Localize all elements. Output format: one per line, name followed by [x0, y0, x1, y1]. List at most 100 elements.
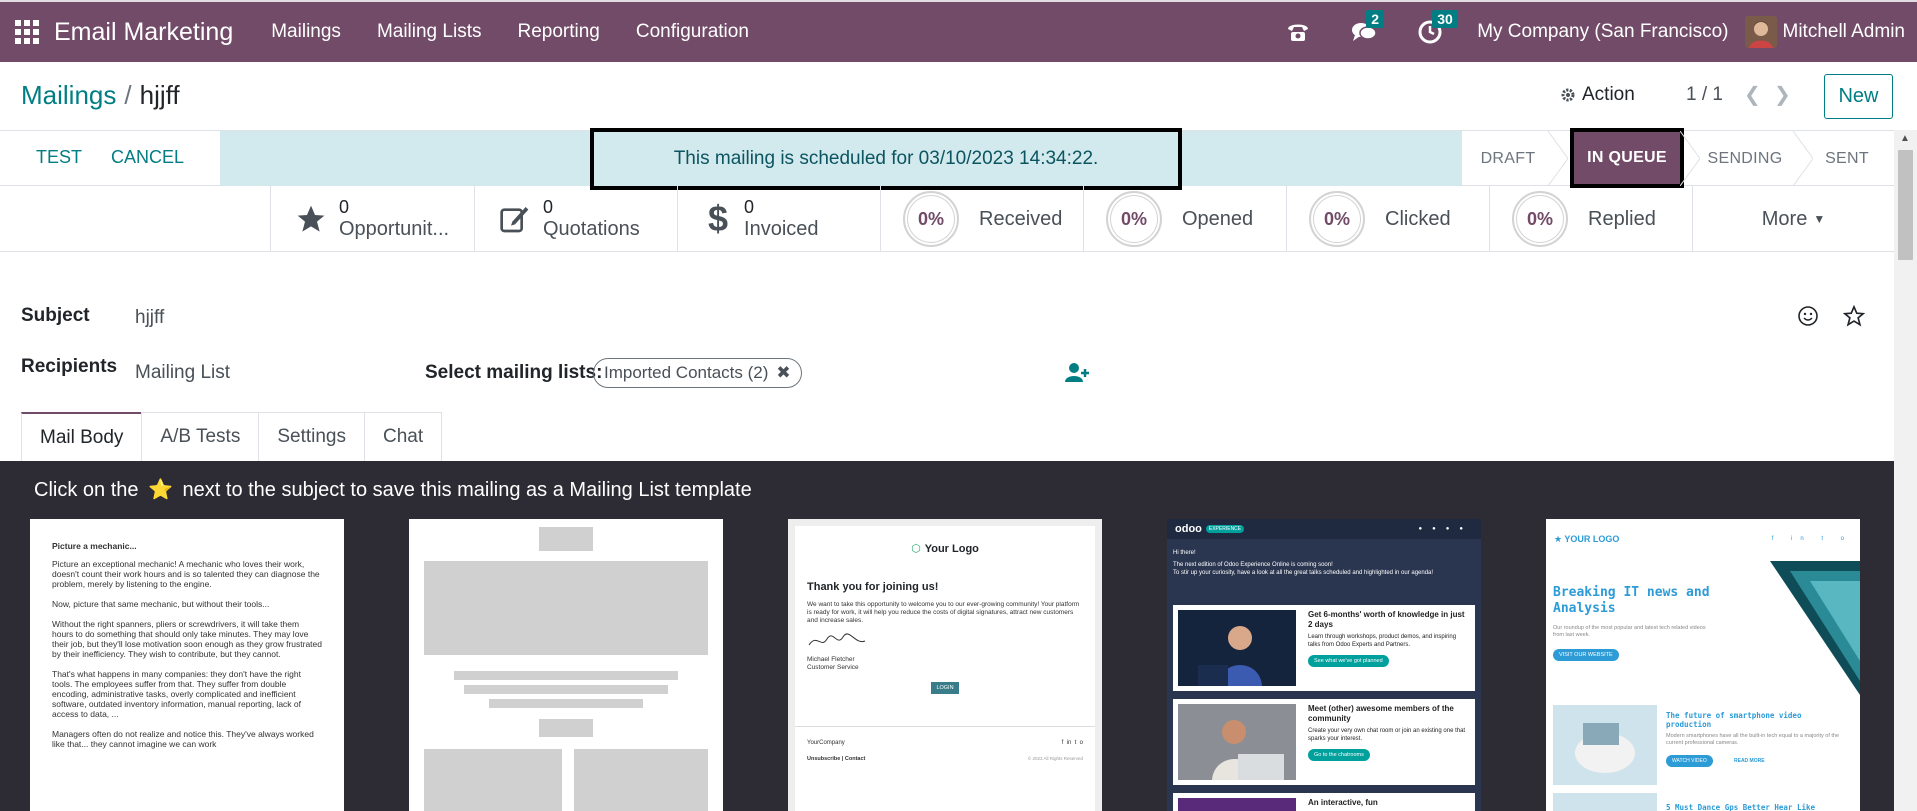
mailing-list-tag: Imported Contacts (2) ✖	[593, 358, 802, 388]
favorite-star-icon[interactable]	[1842, 304, 1866, 332]
tab-chat[interactable]: Chat	[363, 412, 443, 461]
new-button[interactable]: New	[1824, 74, 1893, 119]
opened-label: Opened	[1182, 208, 1254, 230]
quotations-button[interactable]: 0 Quotations	[474, 186, 677, 252]
invoiced-label: Invoiced	[744, 218, 819, 240]
template-event[interactable]: odoo EXPERIENCE ●●●● Hi there! The next …	[1167, 519, 1481, 811]
emoji-icon[interactable]	[1797, 305, 1819, 332]
template-plain-text[interactable]: Picture a mechanic... Picture an excepti…	[30, 519, 344, 811]
clicked-button[interactable]: 0% Clicked	[1286, 186, 1489, 252]
dollar-icon: $	[708, 198, 729, 239]
tab-mail-body[interactable]: Mail Body	[21, 412, 143, 461]
user-avatar[interactable]	[1744, 16, 1777, 48]
t5-watch-button: WATCH VIDEO	[1666, 755, 1713, 767]
clicked-label: Clicked	[1385, 208, 1451, 230]
company-switcher[interactable]: My Company (San Francisco)	[1477, 21, 1728, 43]
user-name[interactable]: Mitchell Admin	[1783, 21, 1906, 43]
scroll-up-icon[interactable]: ▲	[1900, 133, 1910, 144]
page-scrollbar[interactable]: ▲	[1894, 130, 1917, 811]
received-button[interactable]: 0% Received	[880, 186, 1083, 252]
schedule-alert: This mailing is scheduled for 03/10/2023…	[590, 128, 1182, 190]
t5-heading-2: 5 Must Dance Gps Better Hear Like	[1666, 803, 1816, 811]
cancel-button[interactable]: CANCEL	[111, 147, 184, 168]
t4-greet: Hi there!	[1173, 550, 1196, 556]
tab-ab-tests[interactable]: A/B Tests	[141, 412, 260, 461]
test-button[interactable]: TEST	[36, 147, 82, 168]
received-label: Received	[979, 208, 1063, 230]
caret-down-icon: ▼	[1813, 212, 1826, 226]
opportunities-button[interactable]: 0 Opportunit...	[270, 186, 473, 252]
menu-configuration[interactable]: Configuration	[618, 21, 767, 43]
t4-heading-2: Meet (other) awesome members of the comm…	[1308, 704, 1454, 723]
breadcrumb-mailings[interactable]: Mailings	[21, 80, 116, 110]
clock-icon[interactable]: 30	[1416, 10, 1458, 46]
tab-settings[interactable]: Settings	[258, 412, 365, 461]
menu-mailing-lists[interactable]: Mailing Lists	[359, 21, 500, 43]
template-blank-layout[interactable]	[409, 519, 723, 811]
t5-read-more: READ MORE	[1734, 758, 1765, 764]
recipients-label: Recipients	[21, 356, 118, 377]
stage-sent[interactable]: SENT	[1812, 131, 1882, 186]
pager-value[interactable]: 1 / 1	[1686, 84, 1723, 106]
app-name[interactable]: Email Marketing	[54, 18, 233, 47]
app-menu-icon[interactable]	[0, 2, 54, 62]
t5-title: Breaking IT news and Analysis	[1553, 585, 1710, 616]
phone-icon[interactable]	[1284, 18, 1312, 46]
replied-rate: 0%	[1512, 191, 1568, 247]
t3-login-button: LOGIN	[931, 682, 959, 694]
menu-mailings[interactable]: Mailings	[253, 21, 359, 43]
template-hint: Click on the ⭐ next to the subject to sa…	[34, 477, 752, 502]
t4-heading-1: Get 6-months' worth of knowledge in just…	[1308, 610, 1465, 629]
invoiced-button[interactable]: $ 0 Invoiced	[677, 186, 880, 252]
t4-brand: odoo	[1175, 523, 1202, 535]
menu-reporting[interactable]: Reporting	[499, 21, 617, 43]
breadcrumb-separator: /	[124, 80, 132, 110]
t4-tag: EXPERIENCE	[1205, 525, 1245, 533]
add-user-icon[interactable]	[1065, 362, 1089, 387]
subject-input[interactable]: hjjff	[135, 307, 164, 329]
breadcrumb: Mailings / hjjff	[21, 80, 180, 111]
t4-speaker-image	[1178, 610, 1296, 686]
more-label: More	[1761, 208, 1808, 230]
recipients-model[interactable]: Mailing List	[135, 362, 230, 384]
t1-line-1: Picture a mechanic...	[52, 541, 137, 551]
action-label: Action	[1582, 84, 1635, 105]
scrollbar-thumb[interactable]	[1898, 150, 1913, 260]
smart-buttons: 0 Opportunit... 0 Quotations $ 0 Invoiced 0…	[0, 186, 1894, 252]
t5-heading-1: The future of smartphone video productio…	[1666, 711, 1802, 729]
opened-button[interactable]: 0% Opened	[1083, 186, 1286, 252]
t5-logo-icon: ★	[1554, 533, 1563, 544]
t4-button-1: See what we've got planned	[1308, 655, 1389, 667]
edit-icon	[500, 207, 529, 233]
gear-icon	[1561, 88, 1575, 102]
t1-line-5: That's what happens in many companies: t…	[52, 669, 301, 719]
invoiced-count: 0	[744, 197, 755, 217]
action-menu[interactable]: Action	[1560, 84, 1635, 106]
t3-social-icons: f in t o	[1061, 740, 1083, 746]
stage-in-queue[interactable]: IN QUEUE	[1570, 128, 1684, 188]
t4-paragraph-2: Create your very own chat room or join a…	[1308, 728, 1466, 742]
control-panel: Mailings / hjjff Action 1 / 1 ❮ ❯ New	[0, 62, 1917, 130]
pager-next-icon[interactable]: ❯	[1774, 82, 1791, 107]
template-newsletter[interactable]: ★ YOUR LOGO f in t o Breaking IT news an…	[1546, 519, 1860, 811]
star-icon	[297, 205, 325, 232]
t4-community-image	[1178, 704, 1296, 780]
chat-icon[interactable]: 2	[1350, 10, 1384, 46]
clicked-rate: 0%	[1309, 191, 1365, 247]
t3-text: We want to take this opportunity to welc…	[807, 601, 1080, 624]
t3-company: YourCompany	[807, 740, 845, 746]
t5-social-icons: f in t o	[1771, 536, 1852, 542]
t3-logo-icon: ⬡	[911, 543, 921, 555]
remove-tag-icon[interactable]: ✖	[776, 363, 790, 383]
status-bar: TEST CANCEL This mailing is scheduled fo…	[0, 128, 1894, 190]
template-welcome[interactable]: ⬡ Your Logo Thank you for joining us! We …	[788, 519, 1102, 811]
t3-signature-image	[808, 633, 866, 646]
t4-button-2: Go to the chatrooms	[1308, 749, 1370, 761]
replied-button[interactable]: 0% Replied	[1489, 186, 1692, 252]
more-button[interactable]: More ▼	[1692, 186, 1894, 252]
opportunities-count: 0	[339, 197, 350, 217]
t3-title: Thank you for joining us!	[807, 581, 939, 593]
pager-prev-icon[interactable]: ❮	[1744, 82, 1761, 107]
stage-sending[interactable]: SENDING	[1697, 131, 1793, 186]
stage-draft[interactable]: DRAFT	[1462, 131, 1554, 186]
